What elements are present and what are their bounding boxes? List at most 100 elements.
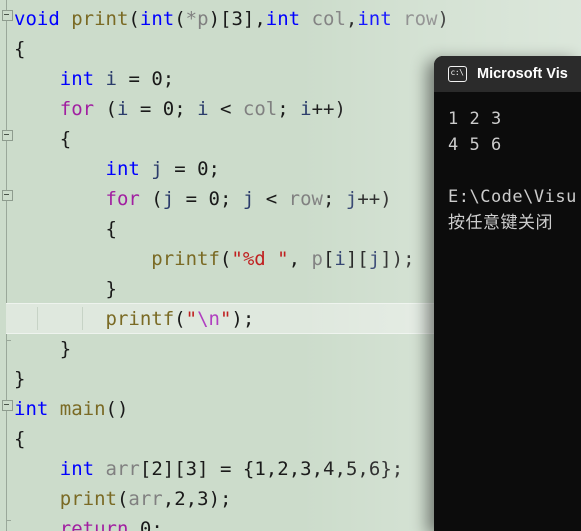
code-token: ; <box>151 518 163 531</box>
code-token: int <box>105 158 140 180</box>
code-token: j <box>242 188 255 210</box>
code-line-2[interactable]: { <box>14 34 25 64</box>
code-token: ++) <box>311 98 346 120</box>
console-icon-label: c:\ <box>450 68 464 77</box>
fold-end-tick <box>6 340 11 341</box>
code-token: j <box>368 248 381 270</box>
code-token: arr <box>105 458 140 480</box>
console-output-area[interactable]: 1 2 3 4 5 6 E:\Code\Visu 按任意键关闭 <box>434 92 581 531</box>
code-token: printf <box>151 248 220 270</box>
code-token: } <box>14 278 117 300</box>
code-line-1[interactable]: void print(int(*p)[3],int col,int row) <box>14 4 449 34</box>
code-token: { <box>14 128 72 150</box>
console-output-line: 4 5 6 <box>448 135 502 155</box>
code-folding-margin[interactable] <box>0 0 14 531</box>
code-token: " <box>185 308 198 330</box>
code-line-8[interactable]: { <box>14 214 117 244</box>
code-token: ; <box>208 158 220 180</box>
code-token: 0 <box>139 518 152 531</box>
console-titlebar[interactable]: c:\ Microsoft Vis <box>434 56 581 92</box>
code-line-9[interactable]: printf("%d ", p[i][j]); <box>14 244 414 274</box>
code-token: ; <box>174 98 198 120</box>
code-token: p <box>311 248 323 270</box>
code-token: 6 <box>368 458 381 480</box>
code-token: 3 <box>185 458 198 480</box>
code-token: ][ <box>345 248 369 270</box>
code-line-6[interactable]: int j = 0; <box>14 154 220 184</box>
code-token: ], <box>242 8 266 30</box>
console-window-icon: c:\ <box>448 66 467 82</box>
fold-toggle-box[interactable] <box>2 400 13 411</box>
code-token: } <box>14 338 72 360</box>
code-line-17[interactable]: print(arr,2,3); <box>14 484 232 514</box>
code-token: ( <box>128 8 140 30</box>
code-token: ); <box>231 308 255 330</box>
code-token: int <box>59 68 95 90</box>
code-token: arr <box>128 488 163 510</box>
code-token: print <box>59 488 117 510</box>
code-line-10[interactable]: } <box>14 274 117 304</box>
console-output-line: 1 2 3 <box>448 109 502 129</box>
code-token: for <box>59 98 95 120</box>
code-line-4[interactable]: for (i = 0; i < col; i++) <box>14 94 346 124</box>
code-token: { <box>14 38 26 60</box>
code-token: 3 <box>231 8 243 30</box>
fold-toggle-box[interactable] <box>2 130 13 141</box>
code-line-7[interactable]: for (j = 0; j < row; j++) <box>14 184 392 214</box>
code-line-18[interactable]: return 0; <box>14 514 163 531</box>
code-token: 2 <box>151 458 163 480</box>
code-token: j <box>345 188 358 210</box>
console-window-title: Microsoft Vis <box>477 66 568 82</box>
code-line-12[interactable]: } <box>14 334 71 364</box>
code-token: < <box>254 188 289 210</box>
code-token: row <box>403 8 438 30</box>
code-token: return <box>59 518 129 531</box>
console-output-line: 按任意键关闭 <box>448 213 553 233</box>
fold-guide-line <box>6 0 7 531</box>
code-token: int <box>14 398 49 420</box>
fold-end-tick <box>6 520 11 521</box>
code-token: ; <box>162 68 175 90</box>
code-token: ( <box>116 488 129 510</box>
code-token: 0 <box>162 98 175 120</box>
code-token: j <box>151 158 163 180</box>
code-token: = <box>128 98 163 120</box>
fold-toggle-box[interactable] <box>2 10 13 21</box>
code-token: int <box>265 8 301 30</box>
code-line-14[interactable]: int main() <box>14 394 128 424</box>
code-token: , <box>334 458 346 480</box>
code-line-16[interactable]: int arr[2][3] = {1,2,3,4,5,6}; <box>14 454 403 484</box>
code-token: void <box>14 8 60 30</box>
code-token: ++) <box>357 188 392 210</box>
code-token: 4 <box>323 458 335 480</box>
console-window[interactable]: c:\ Microsoft Vis 1 2 3 4 5 6 E:\Code\Visu… <box>434 56 581 531</box>
code-token: { <box>14 218 117 240</box>
code-token: int <box>357 8 392 30</box>
code-token: ); <box>208 488 232 510</box>
code-line-3[interactable]: int i = 0; <box>14 64 174 94</box>
code-token: ; <box>219 188 243 210</box>
fold-toggle-box[interactable] <box>2 190 13 201</box>
code-token: = <box>162 158 198 180</box>
code-line-11[interactable]: printf("\n"); <box>14 304 255 334</box>
code-line-5[interactable]: { <box>14 124 71 154</box>
code-token: col <box>242 98 278 120</box>
code-token: %d <box>242 248 278 270</box>
code-token: * <box>185 8 198 30</box>
code-token: ) <box>437 8 449 30</box>
code-line-15[interactable]: { <box>14 424 25 454</box>
code-line-13[interactable]: } <box>14 364 25 394</box>
code-token: 0 <box>208 188 220 210</box>
code-token: () <box>105 398 129 420</box>
code-token: 1 <box>254 458 266 480</box>
code-token: 0 <box>197 158 209 180</box>
